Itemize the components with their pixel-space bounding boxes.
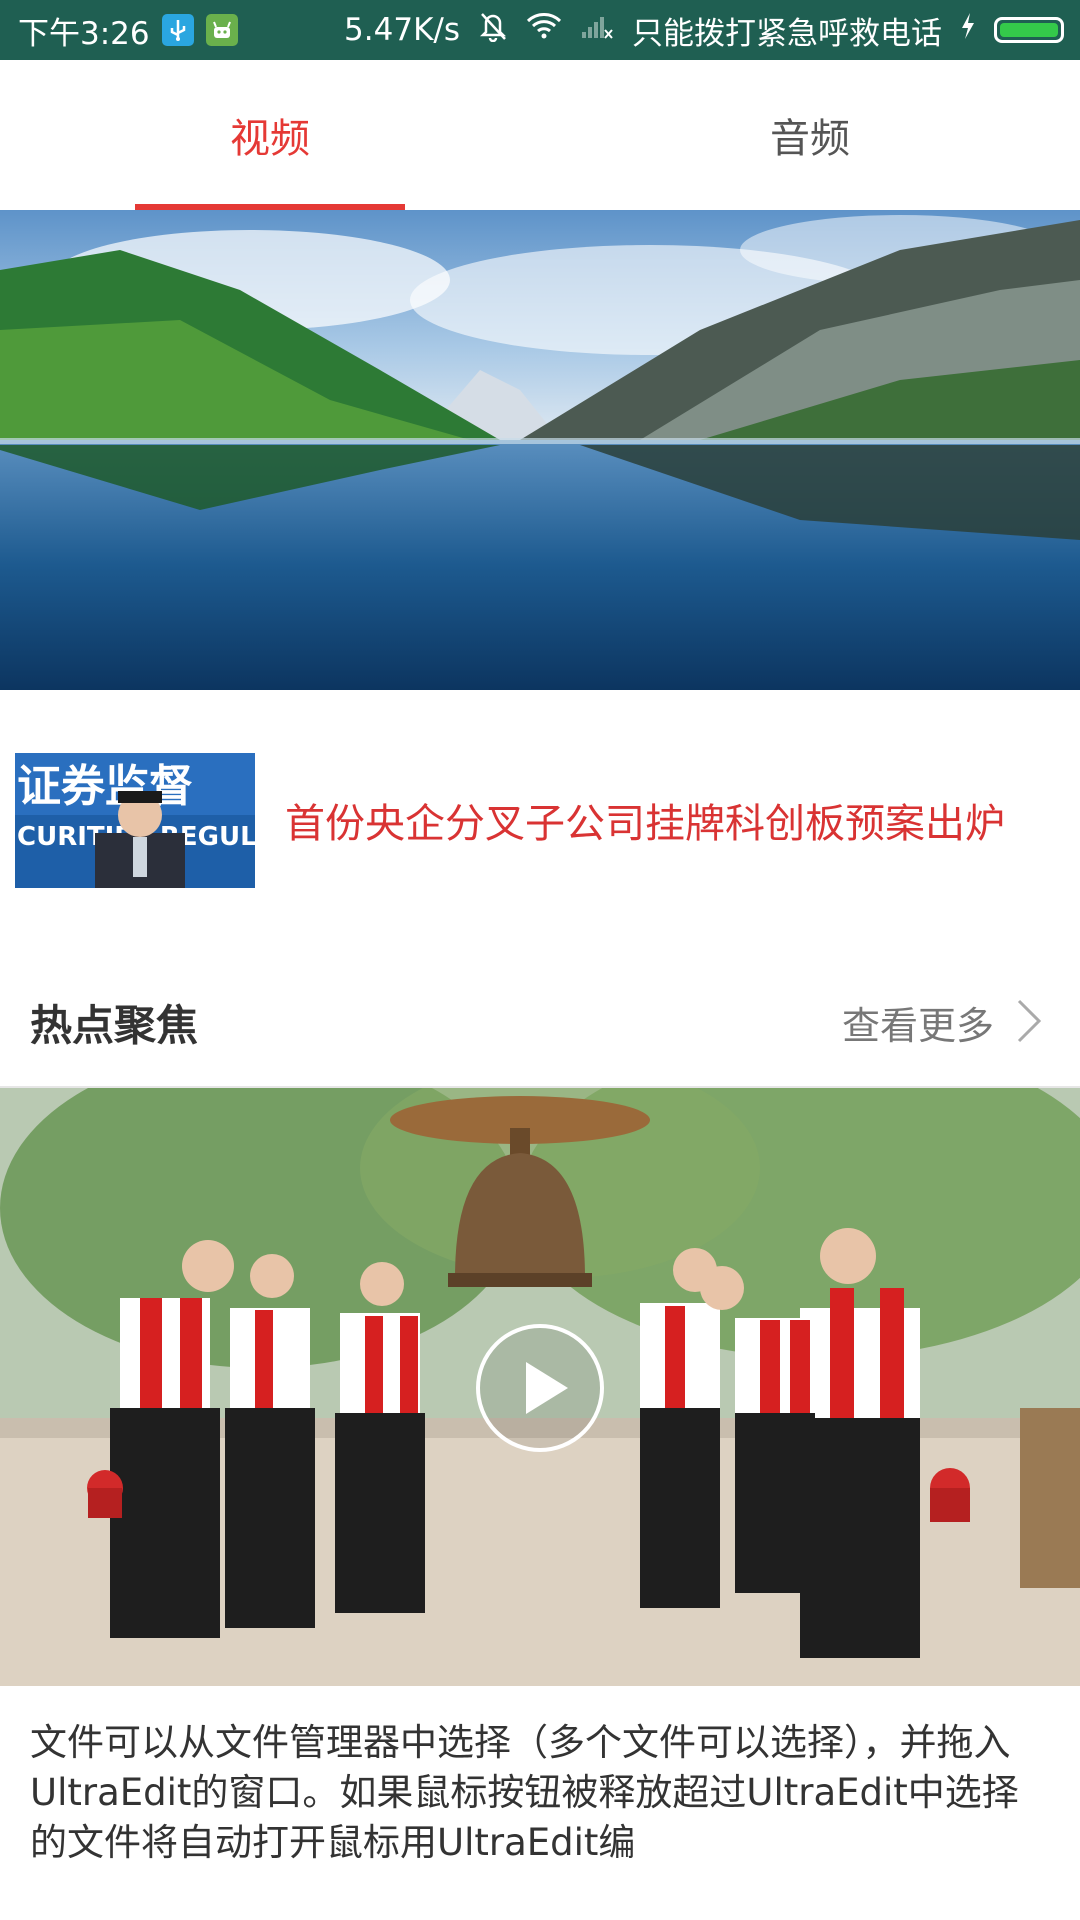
- wifi-icon: [526, 12, 562, 48]
- headline-title: 首份央企分叉子公司挂牌科创板预案出炉: [285, 801, 1005, 847]
- carrier-text: 只能拨打紧急呼救电话: [632, 15, 942, 52]
- battery-icon: [994, 17, 1064, 43]
- tab-video-label: 视频: [230, 116, 310, 162]
- view-more-button[interactable]: 查看更多: [842, 995, 1042, 1050]
- tab-video[interactable]: 视频: [0, 60, 540, 210]
- android-icon: [205, 14, 238, 46]
- headline-news-item[interactable]: 证券监督 CURITIES REGUL 首份央企分叉子公司挂牌科创板预案出炉: [0, 750, 1080, 890]
- signal-off-icon: [580, 12, 614, 48]
- view-more-label: 查看更多: [841, 1004, 994, 1048]
- banner-image[interactable]: [0, 210, 1080, 690]
- network-speed: 5.47K/s: [344, 12, 460, 48]
- status-time: 下午3:26: [18, 15, 150, 52]
- play-icon[interactable]: [474, 1322, 606, 1454]
- section-header: 热点聚焦 查看更多: [0, 965, 1080, 1080]
- tab-audio-label: 音频: [770, 116, 850, 162]
- tab-audio[interactable]: 音频: [540, 60, 1080, 210]
- featured-caption: 文件可以从文件管理器中选择（多个文件可以选择），并拖入UltraEdit的窗口。…: [30, 1721, 1019, 1864]
- chevron-right-icon: [1016, 998, 1042, 1048]
- battery-level-fill: [1000, 23, 1058, 37]
- bell-off-icon: [478, 10, 508, 50]
- featured-video[interactable]: [0, 1088, 1080, 1686]
- usb-icon: [161, 14, 194, 46]
- lightning-icon: [960, 12, 976, 48]
- lake-landscape-image: [0, 210, 1080, 690]
- tab-bar: 视频 音频: [0, 60, 1080, 210]
- status-bar-left: 下午3:26: [0, 8, 238, 53]
- thumb-text-top: 证券监督: [17, 761, 193, 812]
- section-title: 热点聚焦: [30, 1001, 199, 1050]
- press-conference-image: 证券监督 CURITIES REGUL: [15, 752, 255, 888]
- status-bar-right: 5.47K/s 只能拨打紧急呼救电话: [344, 8, 1080, 53]
- headline-thumbnail: 证券监督 CURITIES REGUL: [15, 752, 255, 888]
- status-bar: 下午3:26 5.47K/s 只能拨打紧急呼救电话: [0, 0, 1080, 60]
